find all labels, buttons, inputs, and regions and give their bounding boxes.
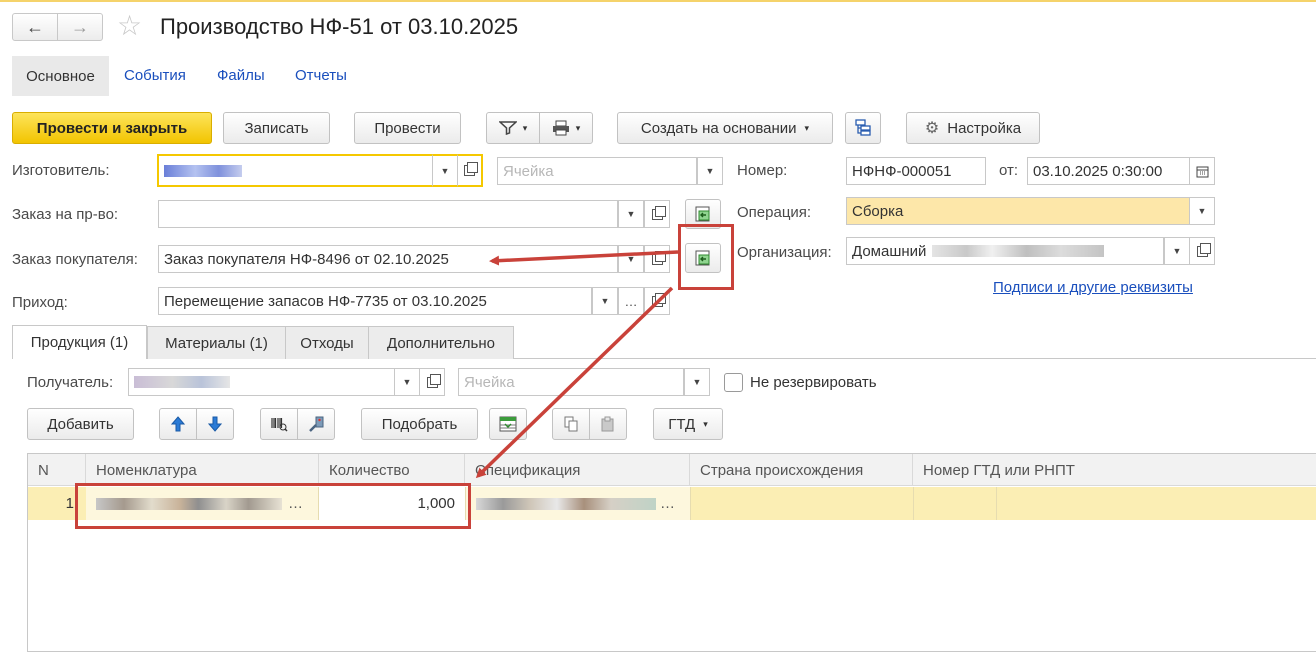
annotation-arrow-to-customer-order [489, 250, 679, 266]
annotation-arrows [475, 250, 679, 479]
annotation-arrow-to-row [475, 286, 674, 479]
